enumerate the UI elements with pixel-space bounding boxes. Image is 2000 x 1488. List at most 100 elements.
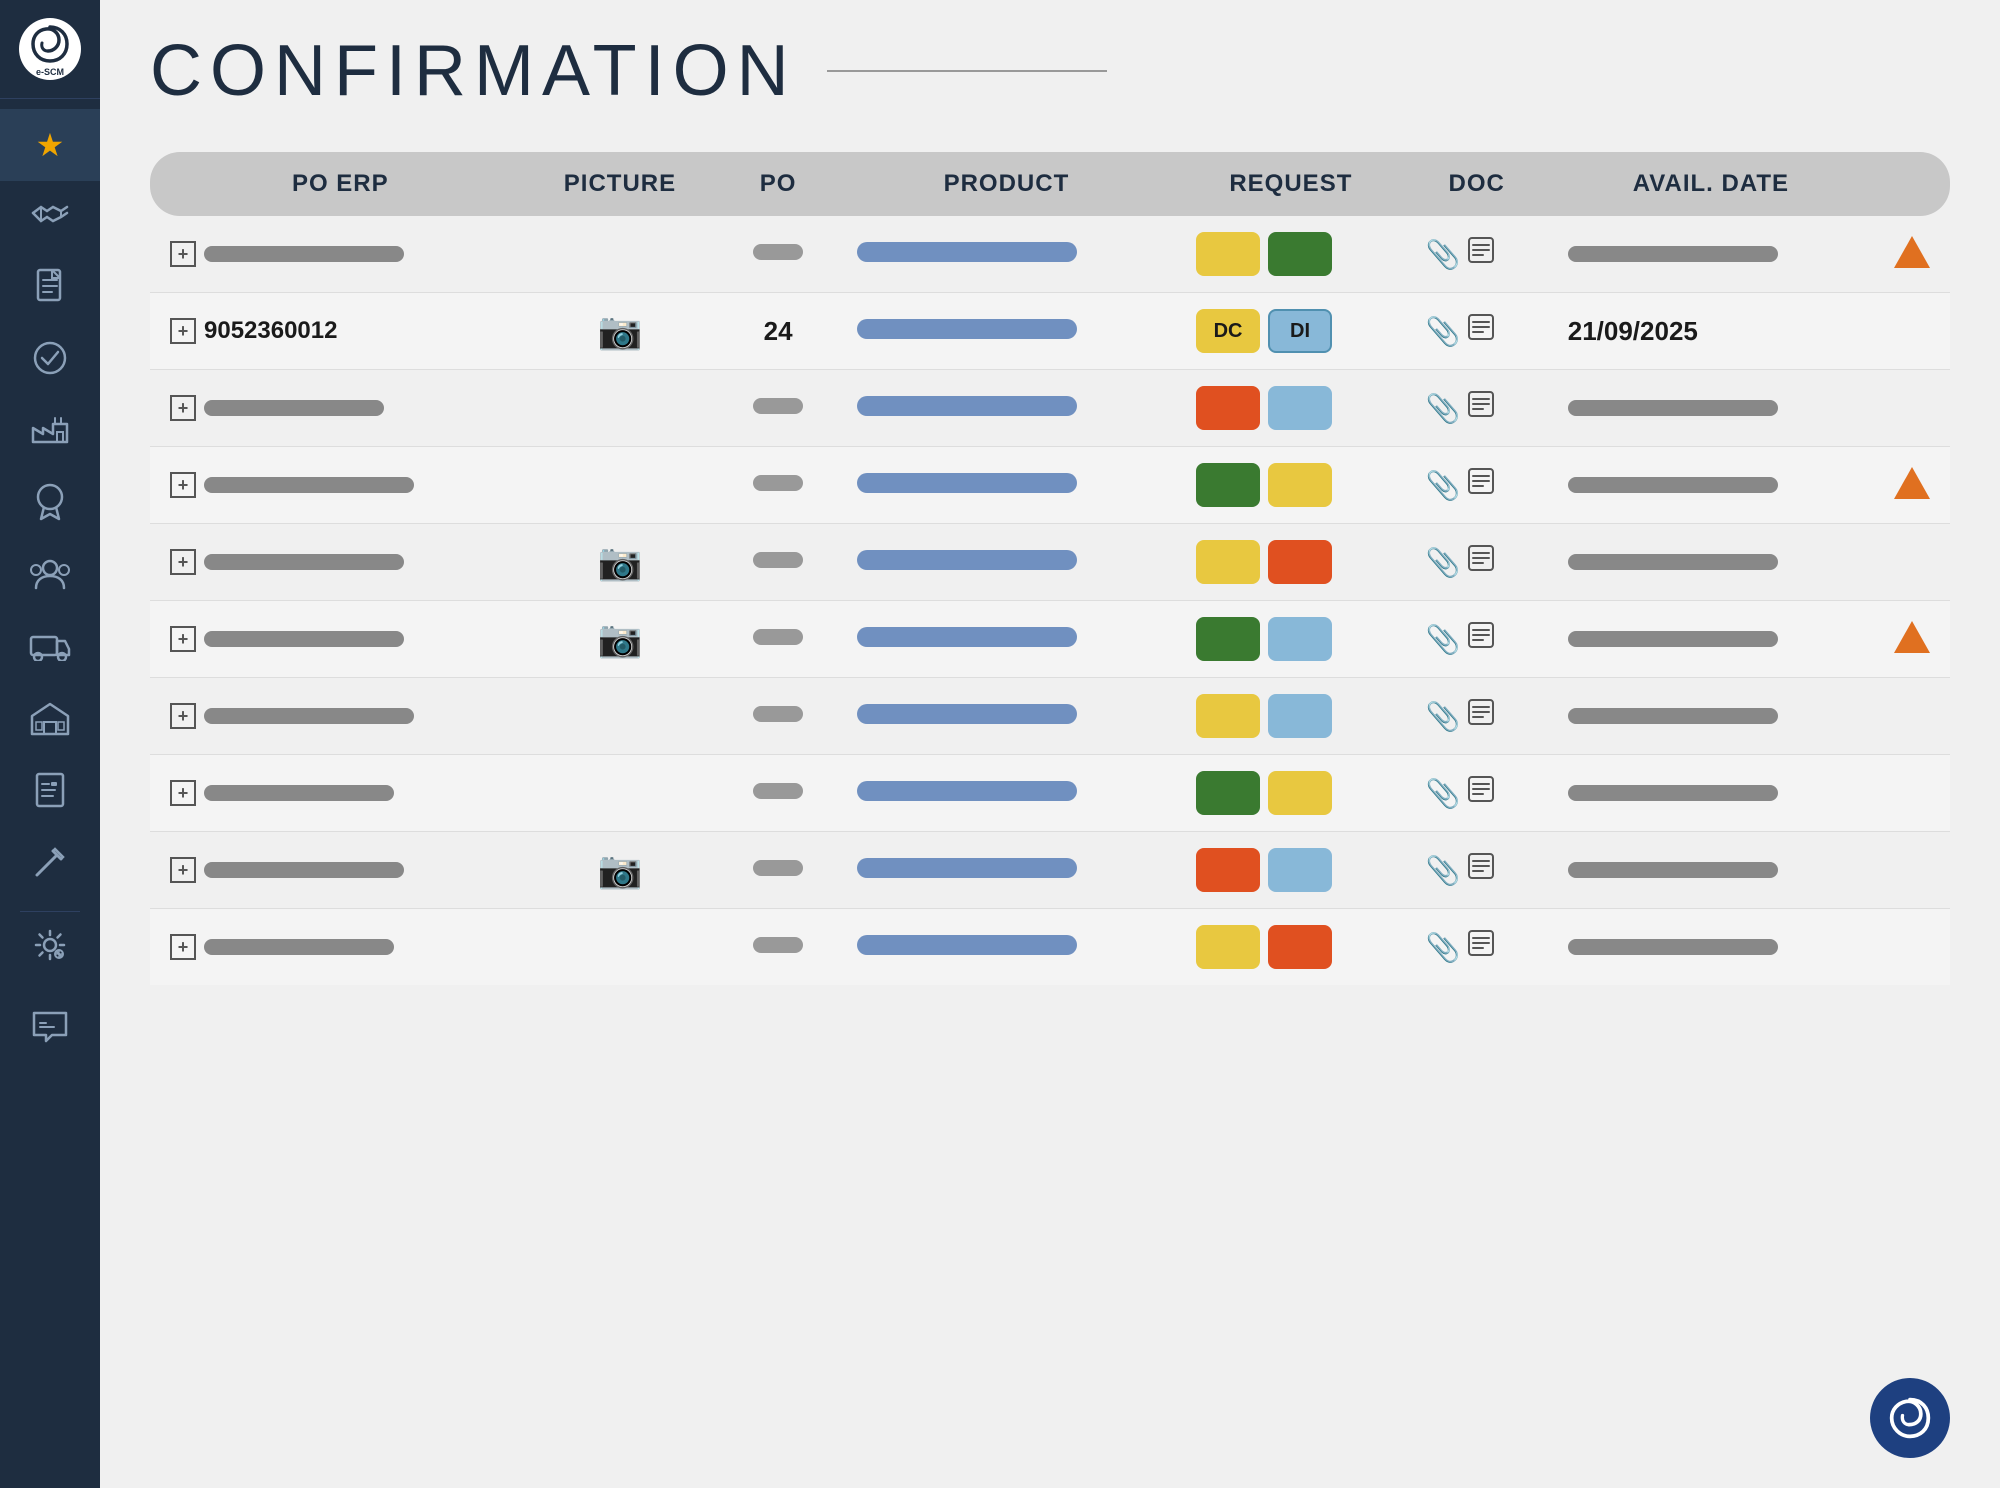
product-bar [857,704,1077,724]
po-erp-value: 9052360012 [204,317,337,345]
cell-request [1176,832,1406,909]
doc-list-icon[interactable] [1467,775,1495,811]
sidebar-item-award[interactable] [0,469,100,541]
request-badge-green[interactable] [1196,771,1260,815]
request-badge-lightblue[interactable] [1268,848,1332,892]
request-badge-yellow[interactable] [1196,694,1260,738]
attachment-icon[interactable]: 📎 [1426,315,1461,348]
sidebar-item-warehouse[interactable] [0,685,100,757]
doc-cell: 📎 [1426,467,1528,503]
sidebar-item-handshake[interactable] [0,181,100,253]
sidebar-item-truck[interactable] [0,613,100,685]
request-badge-yellow[interactable] [1196,925,1260,969]
doc-list-icon[interactable] [1467,313,1495,349]
camera-icon[interactable]: 📷 [598,849,643,890]
doc-list-icon[interactable] [1467,544,1495,580]
request-badge-orange[interactable] [1196,848,1260,892]
sidebar-item-document[interactable] [0,253,100,325]
row-expand-icon[interactable]: + [170,395,196,421]
sidebar-item-favorites[interactable]: ★ [0,109,100,181]
page-title: CONFIRMATION [150,30,797,112]
attachment-icon[interactable]: 📎 [1426,854,1461,887]
table-row: + 📎 [150,909,1950,985]
row-expand-icon[interactable]: + [170,626,196,652]
row-expand-icon[interactable]: + [170,318,196,344]
request-badge-di[interactable]: DI [1268,309,1332,353]
app-logo[interactable]: e-SCM [19,18,81,80]
sidebar-item-check[interactable] [0,325,100,397]
truck-icon [29,631,71,668]
doc-list-icon[interactable] [1467,467,1495,503]
row-expand-icon[interactable]: + [170,857,196,883]
attachment-icon[interactable]: 📎 [1426,777,1461,810]
attachment-icon[interactable]: 📎 [1426,931,1461,964]
camera-icon[interactable]: 📷 [598,310,643,351]
attachment-icon[interactable]: 📎 [1426,238,1461,271]
doc-list-icon[interactable] [1467,852,1495,888]
attachment-icon[interactable]: 📎 [1426,546,1461,579]
request-badge-orange[interactable] [1196,386,1260,430]
attachment-icon[interactable]: 📎 [1426,469,1461,502]
cell-doc: 📎 [1406,524,1548,601]
row-expand-icon[interactable]: + [170,549,196,575]
tools-icon [33,845,67,886]
request-badge-yellow[interactable] [1196,540,1260,584]
handshake-icon [31,199,69,236]
bottom-logo [1870,1378,1950,1458]
sidebar-item-chat[interactable] [0,994,100,1066]
doc-list-icon[interactable] [1467,929,1495,965]
request-badge-lightblue[interactable] [1268,386,1332,430]
request-badge-yellow[interactable] [1268,771,1332,815]
avail-date-cell [1568,708,1854,724]
sidebar-item-report[interactable] [0,757,100,829]
sidebar-item-team[interactable] [0,541,100,613]
camera-icon[interactable]: 📷 [598,541,643,582]
request-badge-green[interactable] [1196,617,1260,661]
row-expand-icon[interactable]: + [170,780,196,806]
warehouse-icon [30,700,70,743]
request-badge-yellow[interactable] [1196,232,1260,276]
cell-product [837,216,1176,293]
request-cell [1196,848,1386,892]
cell-warning [1874,678,1950,755]
col-header-product: PRODUCT [837,152,1176,216]
sidebar-item-tools[interactable] [0,829,100,901]
doc-list-icon[interactable] [1467,621,1495,657]
doc-list-icon[interactable] [1467,236,1495,272]
request-badge-lightblue[interactable] [1268,694,1332,738]
row-expand-icon[interactable]: + [170,934,196,960]
cell-product [837,601,1176,678]
check-icon [32,340,68,383]
request-badge-green[interactable] [1268,232,1332,276]
request-badge-orange[interactable] [1268,540,1332,584]
cell-request [1176,216,1406,293]
product-bar [857,473,1077,493]
cell-po-erp: + [150,832,521,909]
request-badge-dc[interactable]: DC [1196,309,1260,353]
request-badge-green[interactable] [1196,463,1260,507]
row-expand-icon[interactable]: + [170,472,196,498]
cell-picture: 📷 [521,601,720,678]
doc-cell: 📎 [1426,775,1528,811]
cell-po-erp: + 9052360012 [150,293,521,370]
avail-date-cell [1568,400,1854,416]
camera-icon[interactable]: 📷 [598,618,643,659]
product-bar [857,319,1077,339]
request-badge-yellow[interactable] [1268,463,1332,507]
sidebar-item-settings[interactable] [0,922,100,994]
sidebar-item-factory[interactable] [0,397,100,469]
doc-list-icon[interactable] [1467,698,1495,734]
request-cell [1196,540,1386,584]
row-expand-icon[interactable]: + [170,703,196,729]
attachment-icon[interactable]: 📎 [1426,392,1461,425]
row-expand-icon[interactable]: + [170,241,196,267]
request-badge-lightblue[interactable] [1268,617,1332,661]
attachment-icon[interactable]: 📎 [1426,623,1461,656]
cell-po-erp: + [150,524,521,601]
doc-list-icon[interactable] [1467,390,1495,426]
table-row: + 📷 📎 [150,524,1950,601]
attachment-icon[interactable]: 📎 [1426,700,1461,733]
cell-po-erp: + [150,216,521,293]
request-badge-orange[interactable] [1268,925,1332,969]
product-bar [857,781,1077,801]
